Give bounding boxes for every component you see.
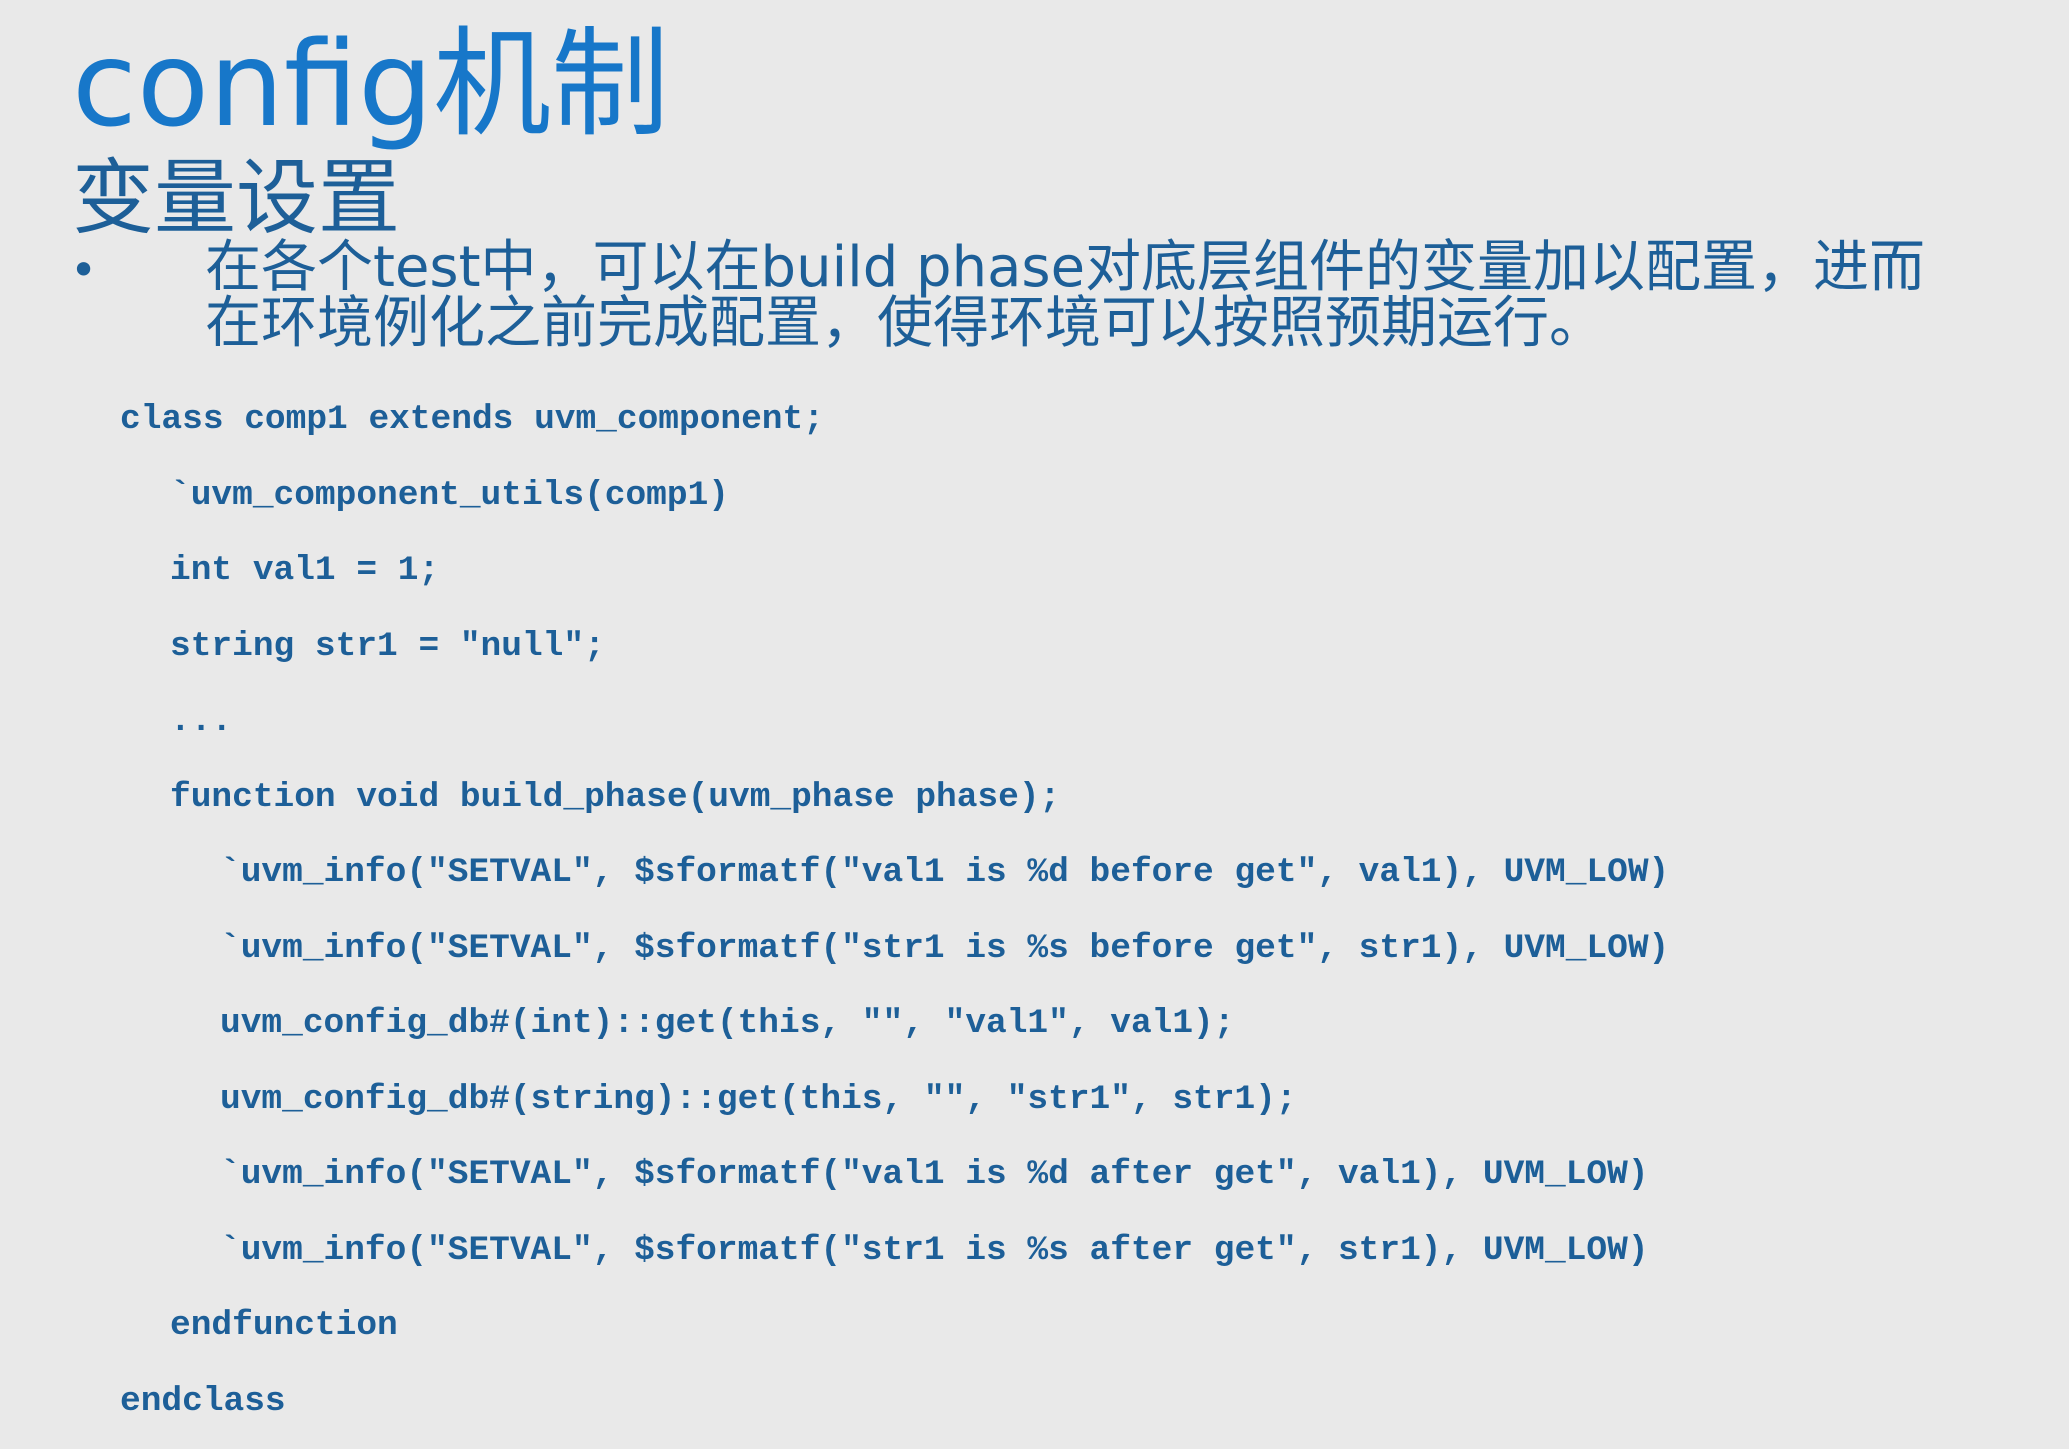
code-block: class comp1 extends uvm_component; `uvm_… xyxy=(120,392,1669,1449)
code-line: string str1 = "null"; xyxy=(120,619,1669,695)
code-line: `uvm_info("SETVAL", $sformatf("str1 is %… xyxy=(120,921,1669,997)
code-line: class comp1 extends uvm_component; xyxy=(120,392,1669,468)
slide-title: config机制 xyxy=(72,14,669,156)
code-line: function void build_phase(uvm_phase phas… xyxy=(120,770,1669,846)
bullet-text: 在各个test中，可以在build phase对底层组件的变量加以配置，进而 在… xyxy=(205,240,2035,352)
bullet-line: 在环境例化之前完成配置，使得环境可以按照预期运行。 xyxy=(205,296,2035,352)
code-line: `uvm_info("SETVAL", $sformatf("str1 is %… xyxy=(120,1223,1669,1299)
code-line: uvm_config_db#(int)::get(this, "", "val1… xyxy=(120,996,1669,1072)
code-line: `uvm_info("SETVAL", $sformatf("val1 is %… xyxy=(120,1147,1669,1223)
code-line: int val1 = 1; xyxy=(120,543,1669,619)
code-line: `uvm_info("SETVAL", $sformatf("val1 is %… xyxy=(120,845,1669,921)
code-line: endfunction xyxy=(120,1298,1669,1374)
code-line: ... xyxy=(120,694,1669,770)
code-line: `uvm_component_utils(comp1) xyxy=(120,468,1669,544)
code-line: endclass xyxy=(120,1374,1669,1449)
bullet-line: 在各个test中，可以在build phase对底层组件的变量加以配置，进而 xyxy=(205,240,2035,296)
bullet-marker: • xyxy=(70,242,97,298)
slide: config机制 变量设置 • 在各个test中，可以在build phase对… xyxy=(0,0,2069,1434)
code-line: uvm_config_db#(string)::get(this, "", "s… xyxy=(120,1072,1669,1148)
slide-subtitle: 变量设置 xyxy=(72,150,400,248)
